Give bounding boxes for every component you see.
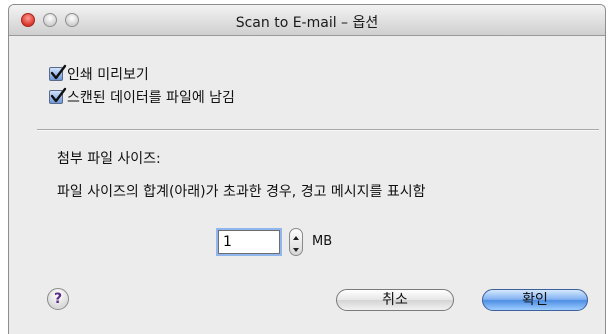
print-preview-option[interactable]: 인쇄 미리보기 (49, 64, 149, 84)
keep-scanned-data-checkbox[interactable] (49, 87, 67, 104)
print-preview-checkbox[interactable] (49, 64, 67, 81)
keep-scanned-data-option[interactable]: 스캔된 데이터를 파일에 남김 (49, 87, 235, 107)
keep-scanned-data-label: 스캔된 데이터를 파일에 남김 (67, 90, 235, 106)
print-preview-label: 인쇄 미리보기 (67, 67, 149, 83)
cancel-button[interactable]: 취소 (336, 289, 454, 311)
options-dialog: Scan to E-mail – 옵션 인쇄 미리보기 스캔된 데이터를 파일에… (8, 4, 606, 334)
attachment-size-description: 파일 사이즈의 합계(아래)가 초과한 경우, 경고 메시지를 표시함 (57, 184, 426, 200)
title-bar[interactable]: Scan to E-mail – 옵션 (9, 5, 605, 36)
ok-button[interactable]: 확인 (482, 289, 588, 311)
checkmark-icon (50, 87, 67, 103)
separator (37, 129, 599, 131)
checkmark-icon (50, 64, 67, 80)
size-stepper[interactable] (289, 228, 303, 256)
size-unit-label: MB (312, 234, 333, 249)
attachment-size-heading: 첨부 파일 사이즈: (57, 151, 161, 167)
chevron-down-icon[interactable] (290, 242, 302, 255)
help-button[interactable]: ? (47, 288, 69, 310)
window-title: Scan to E-mail – 옵션 (235, 15, 379, 31)
attachment-size-input[interactable] (218, 230, 280, 254)
chevron-up-icon[interactable] (290, 229, 302, 242)
